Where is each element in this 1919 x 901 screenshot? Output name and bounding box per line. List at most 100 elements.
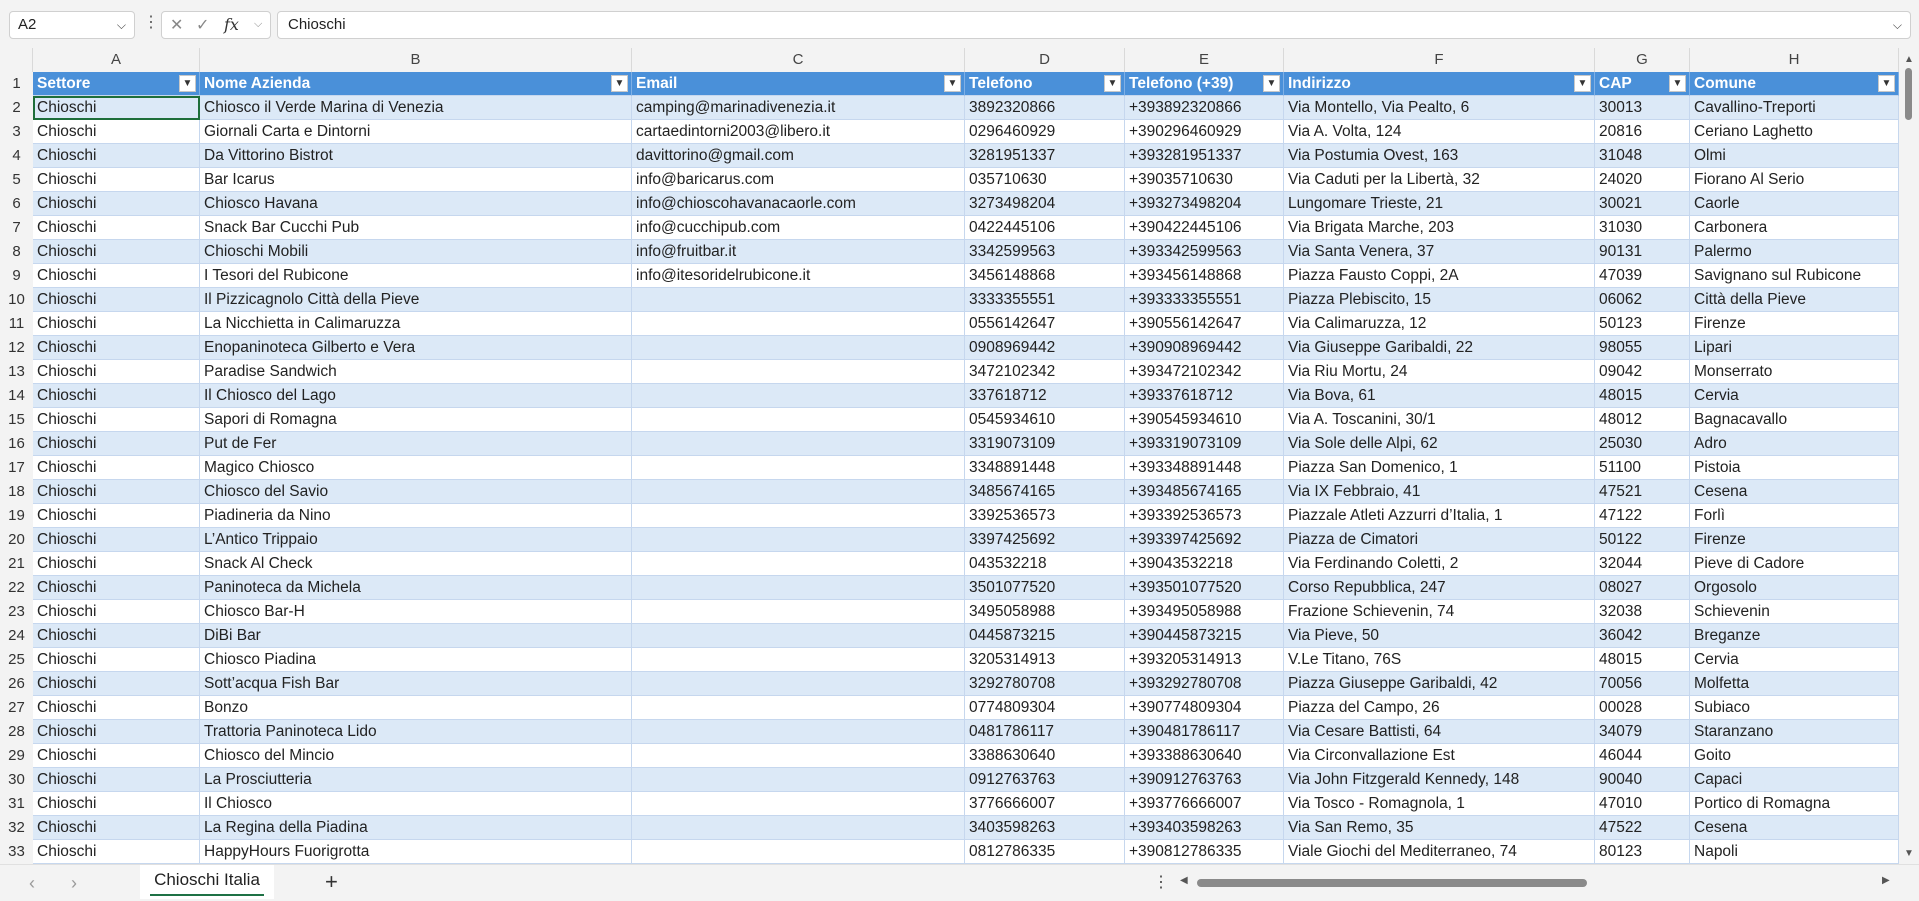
table-cell[interactable] xyxy=(632,672,965,696)
table-cell[interactable]: Forlì xyxy=(1690,504,1899,528)
table-cell[interactable]: Giornali Carta e Dintorni xyxy=(200,120,632,144)
row-header[interactable]: 26 xyxy=(0,672,33,696)
table-cell[interactable]: +393319073109 xyxy=(1125,432,1284,456)
table-cell[interactable]: +393495058988 xyxy=(1125,600,1284,624)
table-cell[interactable]: 0481786117 xyxy=(965,720,1125,744)
table-cell[interactable]: Sapori di Romagna xyxy=(200,408,632,432)
table-cell[interactable]: Chioschi xyxy=(33,192,200,216)
table-cell[interactable]: Chiosco Havana xyxy=(200,192,632,216)
table-cell[interactable]: Piadineria da Nino xyxy=(200,504,632,528)
row-header[interactable]: 15 xyxy=(0,408,33,432)
table-cell[interactable]: 00028 xyxy=(1595,696,1690,720)
table-cell[interactable]: Enopaninoteca Gilberto e Vera xyxy=(200,336,632,360)
table-cell[interactable]: 3319073109 xyxy=(965,432,1125,456)
table-cell[interactable]: 48015 xyxy=(1595,384,1690,408)
table-cell[interactable]: 3403598263 xyxy=(965,816,1125,840)
table-cell[interactable]: +393403598263 xyxy=(1125,816,1284,840)
filter-dropdown-icon[interactable]: ▼ xyxy=(1263,75,1280,92)
table-cell[interactable]: Via Circonvallazione Est xyxy=(1284,744,1595,768)
header-cell[interactable]: Settore ▼ xyxy=(33,72,200,96)
more-options-icon[interactable]: ⋮ xyxy=(1153,872,1169,892)
table-cell[interactable]: 47521 xyxy=(1595,480,1690,504)
table-cell[interactable]: Olmi xyxy=(1690,144,1899,168)
table-cell[interactable]: La Nicchietta in Calimaruzza xyxy=(200,312,632,336)
table-cell[interactable]: +39043532218 xyxy=(1125,552,1284,576)
table-cell[interactable]: +39337618712 xyxy=(1125,384,1284,408)
table-cell[interactable]: L’Antico Trippaio xyxy=(200,528,632,552)
table-cell[interactable]: Via A. Volta, 124 xyxy=(1284,120,1595,144)
column-header-c[interactable]: C xyxy=(632,48,965,72)
table-cell[interactable]: Chioschi xyxy=(33,744,200,768)
row-header[interactable]: 24 xyxy=(0,624,33,648)
scroll-up-icon[interactable]: ▲ xyxy=(1904,54,1914,65)
table-cell[interactable]: Chioschi xyxy=(33,120,200,144)
table-cell[interactable] xyxy=(632,408,965,432)
table-cell[interactable]: 80123 xyxy=(1595,840,1690,864)
table-cell[interactable]: 47122 xyxy=(1595,504,1690,528)
table-cell[interactable]: Chioschi Mobili xyxy=(200,240,632,264)
table-cell[interactable]: 90131 xyxy=(1595,240,1690,264)
table-cell[interactable]: 51100 xyxy=(1595,456,1690,480)
table-cell[interactable]: Chioschi xyxy=(33,816,200,840)
table-cell[interactable]: +390912763763 xyxy=(1125,768,1284,792)
table-cell[interactable]: 035710630 xyxy=(965,168,1125,192)
table-cell[interactable]: Chioschi xyxy=(33,240,200,264)
table-cell[interactable]: Magico Chiosco xyxy=(200,456,632,480)
row-header[interactable]: 30 xyxy=(0,768,33,792)
table-cell[interactable]: 20816 xyxy=(1595,120,1690,144)
column-header-h[interactable]: H xyxy=(1690,48,1899,72)
chevron-down-icon[interactable]: ⌵ xyxy=(117,12,126,38)
row-header[interactable]: 11 xyxy=(0,312,33,336)
table-cell[interactable] xyxy=(632,336,965,360)
table-cell[interactable]: Portico di Romagna xyxy=(1690,792,1899,816)
table-cell[interactable] xyxy=(632,696,965,720)
table-cell[interactable]: +393273498204 xyxy=(1125,192,1284,216)
table-cell[interactable]: Via Santa Venera, 37 xyxy=(1284,240,1595,264)
table-cell[interactable]: Cervia xyxy=(1690,648,1899,672)
header-cell[interactable]: Telefono (+39) ▼ xyxy=(1125,72,1284,96)
row-header[interactable]: 25 xyxy=(0,648,33,672)
table-cell[interactable]: 3273498204 xyxy=(965,192,1125,216)
table-cell[interactable]: 09042 xyxy=(1595,360,1690,384)
table-cell[interactable]: Snack Al Check xyxy=(200,552,632,576)
table-cell[interactable]: 3892320866 xyxy=(965,96,1125,120)
table-cell[interactable]: Chioschi xyxy=(33,144,200,168)
table-cell[interactable]: davittorino@gmail.com xyxy=(632,144,965,168)
table-cell[interactable] xyxy=(632,792,965,816)
row-header[interactable]: 31 xyxy=(0,792,33,816)
table-cell[interactable]: Piazzale Atleti Azzurri d’Italia, 1 xyxy=(1284,504,1595,528)
table-cell[interactable]: 98055 xyxy=(1595,336,1690,360)
table-cell[interactable]: Il Chiosco del Lago xyxy=(200,384,632,408)
table-cell[interactable]: V.Le Titano, 76S xyxy=(1284,648,1595,672)
table-cell[interactable]: 0445873215 xyxy=(965,624,1125,648)
table-cell[interactable]: 31048 xyxy=(1595,144,1690,168)
name-box[interactable]: A2 ⌵ xyxy=(9,11,135,39)
table-cell[interactable]: 30013 xyxy=(1595,96,1690,120)
table-cell[interactable]: Adro xyxy=(1690,432,1899,456)
row-header[interactable]: 16 xyxy=(0,432,33,456)
row-header[interactable]: 27 xyxy=(0,696,33,720)
table-cell[interactable]: 31030 xyxy=(1595,216,1690,240)
table-cell[interactable]: 043532218 xyxy=(965,552,1125,576)
table-cell[interactable]: +393333355551 xyxy=(1125,288,1284,312)
table-cell[interactable]: Goito xyxy=(1690,744,1899,768)
table-cell[interactable]: +390545934610 xyxy=(1125,408,1284,432)
table-cell[interactable]: 46044 xyxy=(1595,744,1690,768)
table-cell[interactable]: Via John Fitzgerald Kennedy, 148 xyxy=(1284,768,1595,792)
row-header[interactable]: 33 xyxy=(0,840,33,864)
table-cell[interactable]: +390812786335 xyxy=(1125,840,1284,864)
table-cell[interactable]: +390422445106 xyxy=(1125,216,1284,240)
table-cell[interactable]: +393348891448 xyxy=(1125,456,1284,480)
table-cell[interactable]: 0774809304 xyxy=(965,696,1125,720)
table-cell[interactable]: +390481786117 xyxy=(1125,720,1284,744)
table-cell[interactable]: 3333355551 xyxy=(965,288,1125,312)
table-cell[interactable]: Chiosco Bar-H xyxy=(200,600,632,624)
table-cell[interactable]: 3456148868 xyxy=(965,264,1125,288)
cancel-icon[interactable]: ✕ xyxy=(170,15,183,35)
table-cell[interactable]: Savignano sul Rubicone xyxy=(1690,264,1899,288)
table-cell[interactable]: Via Tosco - Romagnola, 1 xyxy=(1284,792,1595,816)
row-header[interactable]: 20 xyxy=(0,528,33,552)
table-cell[interactable]: Chiosco del Mincio xyxy=(200,744,632,768)
table-cell[interactable]: Cesena xyxy=(1690,480,1899,504)
table-cell[interactable]: Pieve di Cadore xyxy=(1690,552,1899,576)
